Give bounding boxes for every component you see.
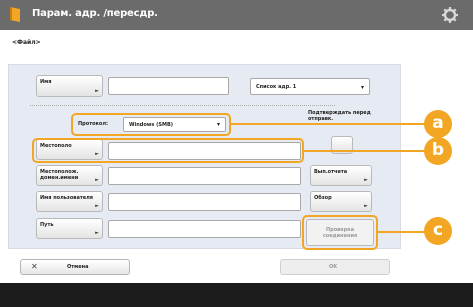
callout-line-a bbox=[231, 123, 427, 125]
route-button-label: Вып.отчета bbox=[314, 169, 348, 175]
arrow-icon: ► bbox=[95, 88, 99, 94]
highlight-protocol bbox=[71, 113, 231, 136]
gear-icon[interactable] bbox=[441, 6, 459, 24]
address-list-dropdown[interactable]: Список адр. 1 ▾ bbox=[250, 78, 370, 95]
username-field[interactable] bbox=[108, 193, 301, 211]
close-icon: ✕ bbox=[31, 262, 38, 271]
hostname-field[interactable] bbox=[108, 167, 301, 185]
callout-line-c bbox=[378, 231, 427, 233]
callout-badge-a: a bbox=[424, 110, 452, 138]
address-book-icon bbox=[10, 7, 20, 22]
status-bar bbox=[0, 283, 473, 307]
arrow-icon: ► bbox=[95, 230, 99, 236]
username-button-label: Имя пользователя bbox=[40, 195, 93, 201]
confirm-label: Подтверждать перед отправк. bbox=[308, 110, 371, 122]
cancel-button[interactable]: ✕ Отмена bbox=[20, 259, 130, 275]
path-button-label: Путь bbox=[40, 222, 54, 228]
chevron-down-icon: ▾ bbox=[360, 84, 364, 91]
highlight-check-connection bbox=[302, 215, 378, 250]
hostname-button[interactable]: Местополож. домен.имени ► bbox=[36, 165, 103, 186]
browse-button-label: Обзор bbox=[314, 195, 332, 201]
callout-line-b bbox=[304, 150, 427, 152]
username-button[interactable]: Имя пользователя ► bbox=[36, 191, 103, 212]
hostname-button-label: Местополож. домен.имени bbox=[40, 169, 79, 181]
path-field[interactable] bbox=[108, 220, 301, 238]
highlight-location bbox=[32, 138, 304, 163]
arrow-icon: ► bbox=[95, 177, 99, 183]
address-list-value: Список адр. 1 bbox=[256, 84, 297, 90]
callout-badge-c: c bbox=[424, 217, 452, 245]
name-button-label: Имя bbox=[40, 79, 52, 85]
browse-button[interactable]: Обзор ► bbox=[310, 191, 372, 212]
path-button[interactable]: Путь ► bbox=[36, 218, 103, 239]
callout-badge-b: b bbox=[424, 137, 452, 165]
arrow-icon: ► bbox=[364, 177, 368, 183]
name-field[interactable] bbox=[108, 77, 229, 95]
title-bar: Парам. адр. /пересдр. bbox=[0, 0, 473, 30]
arrow-icon: ► bbox=[95, 203, 99, 209]
name-button[interactable]: Имя ► bbox=[36, 75, 103, 97]
page-subtitle: <Файл> bbox=[12, 39, 41, 46]
cancel-label: Отмена bbox=[67, 264, 89, 270]
arrow-icon: ► bbox=[364, 203, 368, 209]
window-title: Парам. адр. /пересдр. bbox=[32, 8, 158, 19]
divider bbox=[30, 105, 335, 106]
ok-label: OK bbox=[329, 264, 338, 270]
route-button[interactable]: Вып.отчета ► bbox=[310, 165, 372, 186]
ok-button[interactable]: OK bbox=[280, 259, 390, 275]
